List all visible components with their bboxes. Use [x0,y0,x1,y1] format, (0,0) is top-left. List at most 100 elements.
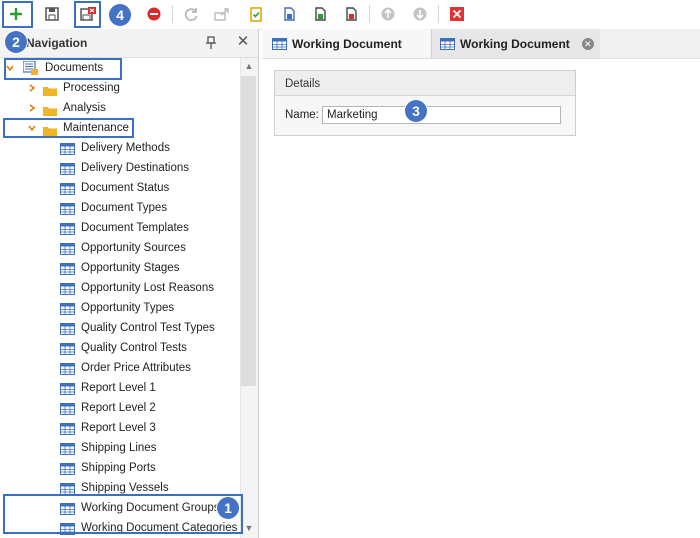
tree-item-label: Report Level 1 [81,382,156,394]
grid-icon [60,402,75,415]
tree-item-label: Delivery Destinations [81,162,190,174]
highlight-maintenance-node [3,118,134,138]
tree-item-label: Quality Control Tests [81,342,187,354]
tree-folder-processing[interactable]: Processing [0,78,240,98]
grid-icon [60,302,75,315]
tree-item[interactable]: Document Templates [0,218,240,238]
annotation-badge-1: 1 [217,497,239,519]
details-title: Details [285,78,321,90]
tree-node-label: Processing [63,82,120,94]
delete-icon[interactable] [144,4,164,24]
tree-item[interactable]: Opportunity Sources [0,238,240,258]
tree-item-label: Shipping Lines [81,442,157,454]
export-icon[interactable] [212,4,232,24]
name-field[interactable] [322,106,561,124]
tree-item[interactable]: Opportunity Types [0,298,240,318]
tree-item-label: Report Level 3 [81,422,156,434]
grid-icon [60,482,75,495]
grid-icon [60,222,75,235]
annotation-badge-3: 3 [405,100,427,122]
tree-node-label: Analysis [63,102,106,114]
tree-item[interactable]: Opportunity Stages [0,258,240,278]
tree-item[interactable]: Quality Control Test Types [0,318,240,338]
tree-item[interactable]: Report Level 3 [0,418,240,438]
scroll-up-icon[interactable]: ▲ [244,61,254,71]
tree-item[interactable]: Opportunity Lost Reasons [0,278,240,298]
tab-close-icon[interactable]: ✕ [581,37,594,50]
folder-icon [43,103,57,116]
annotation-badge-2: 2 [5,31,27,53]
navigation-panel: Navigation ✕ Documents Processing Analys… [0,29,259,538]
grid-icon [272,37,287,50]
highlight-working-document-groups [3,494,243,534]
name-label: Name: [285,109,319,121]
grid-icon [60,342,75,355]
tree-item[interactable]: Report Level 1 [0,378,240,398]
grid-icon [60,202,75,215]
chevron-right-icon[interactable] [27,78,37,98]
tree-item[interactable]: Shipping Lines [0,438,240,458]
validate-icon[interactable] [246,4,266,24]
tree-item[interactable]: Document Status [0,178,240,198]
grid-icon [60,242,75,255]
copy-icon[interactable] [279,4,299,24]
tree-item[interactable]: Document Types [0,198,240,218]
grid-icon [60,422,75,435]
grid-icon [60,442,75,455]
tree-item-label: Opportunity Stages [81,262,180,274]
tree-item-label: Document Types [81,202,168,214]
tree-item[interactable]: Shipping Ports [0,458,240,478]
save-icon[interactable] [42,4,62,24]
scroll-down-icon[interactable]: ▼ [244,523,254,533]
highlight-new-button [2,1,33,28]
move-up-icon[interactable] [378,4,398,24]
scrollbar-thumb[interactable] [241,76,256,386]
tab-working-document-2[interactable]: Working Document ✕ [431,29,600,58]
close-red-icon[interactable] [447,4,467,24]
tab-label: Working Document [292,36,402,51]
tree-item[interactable]: Order Price Attributes [0,358,240,378]
tree-item[interactable]: Quality Control Tests [0,338,240,358]
tree-item[interactable]: Delivery Destinations [0,158,240,178]
grid-icon [60,142,75,155]
grid-icon [440,37,455,50]
grid-icon [60,262,75,275]
highlight-documents-node [4,58,122,80]
tree-item-label: Order Price Attributes [81,362,191,374]
close-icon[interactable]: ✕ [236,34,250,50]
tree-item-label: Opportunity Sources [81,242,186,254]
tab-label: Working Document [460,36,570,51]
grid-icon [60,322,75,335]
tree-item[interactable]: Delivery Methods [0,138,240,158]
tree-folder-analysis[interactable]: Analysis [0,98,240,118]
move-down-icon[interactable] [410,4,430,24]
tree-item-label: Opportunity Lost Reasons [81,282,214,294]
tree-item-label: Report Level 2 [81,402,156,414]
grid-icon [60,462,75,475]
tree-item[interactable]: Report Level 2 [0,398,240,418]
copy-red-icon[interactable] [341,4,361,24]
navigation-title: Navigation [26,36,88,50]
tree-item-label: Delivery Methods [81,142,170,154]
details-group-header: Details [275,71,575,96]
tree-item-label: Opportunity Types [81,302,175,314]
toolbar-separator [438,5,439,23]
grid-icon [60,382,75,395]
toolbar [0,0,700,30]
toolbar-separator [172,5,173,23]
grid-icon [60,162,75,175]
refresh-icon[interactable] [181,4,201,24]
annotation-badge-4: 4 [109,4,131,26]
chevron-right-icon[interactable] [27,98,37,118]
toolbar-separator [369,5,370,23]
grid-icon [60,362,75,375]
highlight-save-close-button [74,1,101,28]
tree-item-label: Document Status [81,182,170,194]
copy-green-icon[interactable] [310,4,330,24]
folder-icon [43,83,57,96]
tab-working-document-1[interactable]: Working Document [262,29,430,58]
navigation-header: Navigation ✕ [0,29,258,58]
tree-item-label: Document Templates [81,222,189,234]
document-tab-bar: Working Document Working Document ✕ [262,29,700,59]
pin-icon[interactable] [205,36,217,50]
